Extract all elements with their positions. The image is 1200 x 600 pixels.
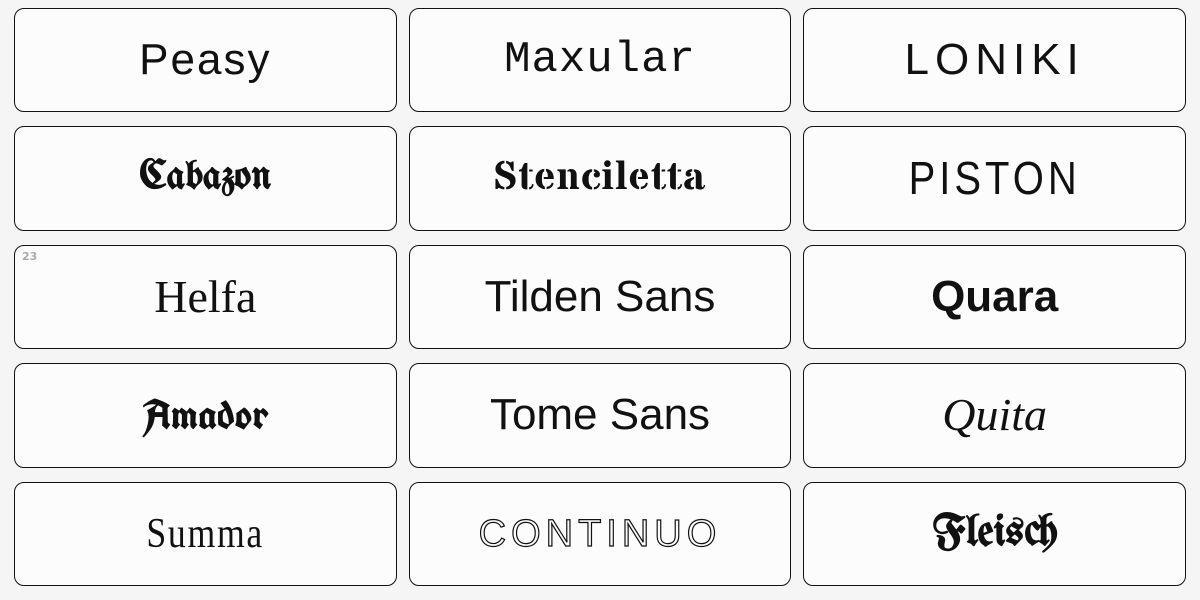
- font-name: Tome Sans: [490, 393, 710, 437]
- font-name: Quita: [942, 392, 1047, 438]
- font-name: LONIKI: [905, 38, 1085, 82]
- font-name: CONTINUO: [479, 515, 722, 553]
- font-name: PISTON: [909, 156, 1081, 202]
- font-badge: 23: [22, 250, 37, 263]
- font-card[interactable]: PISTON: [803, 126, 1186, 230]
- font-card[interactable]: Fleisch: [803, 482, 1186, 586]
- font-name: Summa: [147, 513, 265, 555]
- font-name: Stenciletta: [494, 159, 707, 199]
- font-name: Fleisch: [932, 512, 1056, 556]
- font-name: Quara: [931, 275, 1058, 319]
- font-name: Peasy: [139, 38, 271, 82]
- font-name: Amador: [142, 394, 269, 436]
- font-card[interactable]: Stenciletta: [409, 126, 792, 230]
- font-card[interactable]: Summa: [14, 482, 397, 586]
- font-card[interactable]: Peasy: [14, 8, 397, 112]
- font-card[interactable]: Maxular: [409, 8, 792, 112]
- font-name: Cabazon: [139, 159, 271, 199]
- font-card[interactable]: Amador: [14, 363, 397, 467]
- font-name: Tilden Sans: [485, 275, 716, 319]
- font-name: Maxular: [504, 38, 696, 82]
- font-card[interactable]: 23 Helfa: [14, 245, 397, 349]
- font-card[interactable]: Tome Sans: [409, 363, 792, 467]
- font-card[interactable]: Quita: [803, 363, 1186, 467]
- font-card[interactable]: Cabazon: [14, 126, 397, 230]
- font-name: Helfa: [154, 274, 256, 320]
- font-card[interactable]: LONIKI: [803, 8, 1186, 112]
- font-card[interactable]: CONTINUO: [409, 482, 792, 586]
- font-card[interactable]: Tilden Sans: [409, 245, 792, 349]
- font-card[interactable]: Quara: [803, 245, 1186, 349]
- font-grid: Peasy Maxular LONIKI Cabazon Stenciletta…: [0, 0, 1200, 600]
